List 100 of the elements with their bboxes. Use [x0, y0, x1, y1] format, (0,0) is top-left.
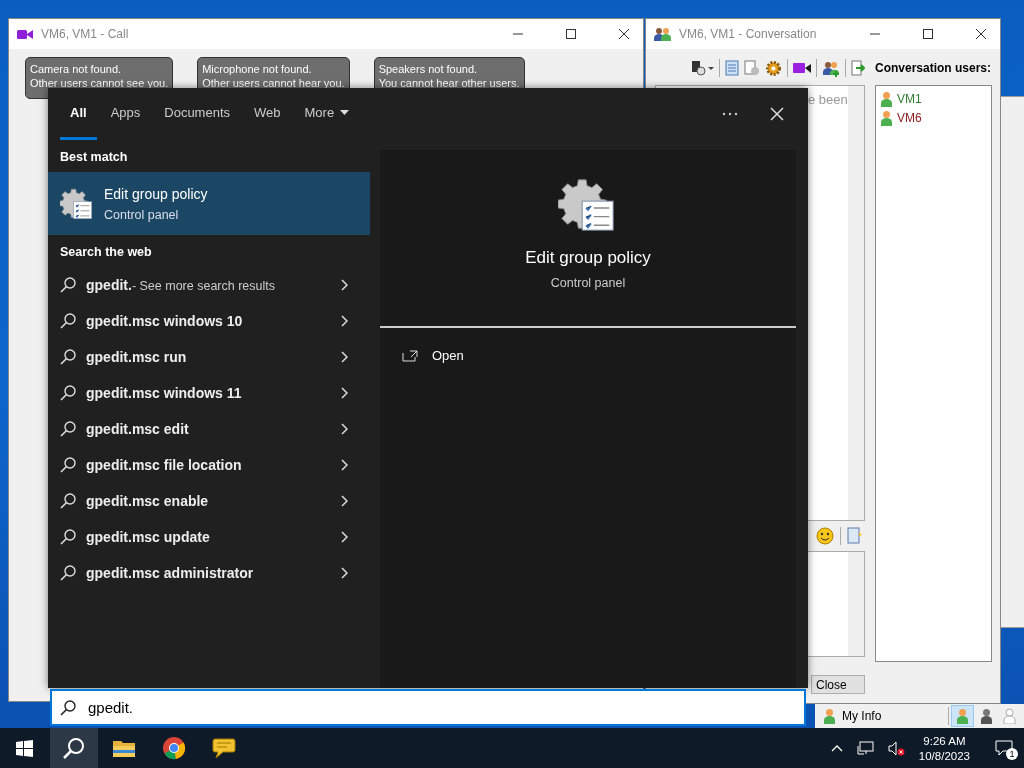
web-result-item[interactable]: gpedit.msc windows 10 [48, 303, 370, 339]
network-icon[interactable] [856, 740, 874, 756]
result-text: gpedit.msc file location [86, 457, 242, 473]
result-text: gpedit.msc windows 10 [86, 313, 243, 329]
clock-time[interactable]: 9:26 AM [923, 734, 966, 747]
result-text: gpedit.- See more search results [86, 277, 275, 293]
my-info-button[interactable]: My Info [819, 708, 882, 724]
add-user-icon[interactable] [822, 59, 840, 77]
tooltip-message: You cannot hear other users. [378, 77, 520, 89]
web-result-item[interactable]: gpedit.msc run [48, 339, 370, 375]
web-result-item[interactable]: gpedit.msc enable [48, 483, 370, 519]
result-title: Edit group policy [104, 185, 208, 202]
web-result-item[interactable]: gpedit.msc windows 11 [48, 375, 370, 411]
status-menu-icon[interactable] [692, 60, 714, 76]
filter-tab[interactable]: Apps [100, 88, 151, 140]
search-field[interactable]: gpedit. [50, 689, 806, 726]
search-icon [60, 421, 76, 437]
video-camera-icon [17, 28, 33, 40]
user-icon [823, 708, 836, 724]
search-icon [60, 565, 76, 581]
window-title: VM6, VM1 - Conversation [679, 27, 817, 41]
search-icon [60, 493, 76, 509]
tooltip-title: Speakers not found. [378, 63, 479, 75]
notifications-button[interactable]: 1 [984, 728, 1024, 768]
result-text: gpedit.msc windows 11 [86, 385, 242, 401]
filter-tab[interactable]: All [60, 88, 97, 140]
chevron-right-icon [341, 459, 348, 471]
search-icon [60, 457, 76, 473]
web-result-item[interactable]: gpedit.msc update [48, 519, 370, 555]
scrollbar[interactable] [848, 86, 864, 520]
browser-icon [162, 736, 186, 760]
search-icon [60, 313, 76, 329]
preview-title: Edit group policy [525, 248, 651, 268]
search-icon [60, 700, 76, 716]
chevron-right-icon [341, 531, 348, 543]
chevron-right-icon [341, 315, 348, 327]
user-name[interactable]: VM1 [897, 91, 922, 106]
close-icon[interactable] [976, 29, 986, 39]
volume-muted-icon[interactable] [887, 740, 905, 756]
result-text: gpedit.msc update [86, 529, 210, 545]
video-camera-icon[interactable] [793, 62, 811, 74]
filter-tab[interactable]: Documents [154, 88, 240, 140]
chevron-right-icon [341, 351, 348, 363]
section-heading: Search the web [59, 244, 153, 261]
tooltip-title: Camera not found. [30, 63, 123, 75]
message-icon [995, 740, 1013, 756]
gear-icon[interactable] [765, 59, 782, 77]
close-icon[interactable] [619, 29, 629, 39]
windows-logo-icon [15, 739, 33, 757]
tooltip-message: Other users cannot hear you. [202, 77, 345, 89]
chevron-right-icon [341, 387, 348, 399]
result-subtitle: Control panel [104, 207, 180, 222]
taskbar-button[interactable] [50, 728, 98, 768]
search-icon [63, 737, 85, 759]
scrollbar[interactable] [848, 552, 864, 656]
search-icon [60, 529, 76, 545]
search-icon [60, 349, 76, 365]
user-icon [956, 708, 969, 724]
maximize-icon[interactable] [923, 29, 933, 39]
search-icon [60, 385, 76, 401]
exit-icon[interactable] [851, 60, 865, 76]
filter-tab[interactable]: Web [244, 88, 291, 140]
filter-tab[interactable]: More [294, 88, 360, 140]
user-icon [880, 90, 893, 107]
tooltip-message: Other users cannot see you. [30, 77, 169, 89]
clock-date[interactable]: 10/8/2023 [918, 749, 970, 762]
folder-icon [112, 738, 136, 758]
result-text: gpedit.msc run [86, 349, 187, 365]
web-result-item[interactable]: gpedit.- See more search results [48, 267, 370, 303]
best-match-item[interactable]: Edit group policy Control panel [48, 172, 370, 235]
chevron-right-icon [341, 567, 348, 579]
web-result-item[interactable]: gpedit.msc file location [48, 447, 370, 483]
user-icon [880, 109, 893, 126]
web-result-item[interactable]: gpedit.msc administrator [48, 555, 370, 591]
web-result-item[interactable]: gpedit.msc edit [48, 411, 370, 447]
tooltip-title: Microphone not found. [202, 63, 313, 75]
users-heading: Conversation users: [875, 60, 992, 77]
result-text: gpedit.msc administrator [86, 565, 254, 581]
policy-gear-icon [60, 186, 94, 221]
user-icon [980, 708, 993, 724]
smiley-icon[interactable] [816, 527, 834, 545]
preview-subtitle: Control panel [550, 276, 626, 290]
user-icon [1003, 708, 1016, 724]
chevron-right-icon [341, 279, 348, 291]
user-name[interactable]: VM6 [897, 110, 922, 125]
speech-bubble-icon [212, 737, 236, 759]
chat-text: e been [808, 92, 848, 107]
chevron-right-icon [341, 495, 348, 507]
more-options-icon[interactable] [722, 112, 738, 116]
chevron-up-icon[interactable] [830, 744, 843, 752]
open-icon [402, 349, 418, 362]
section-heading: Best match [59, 149, 129, 166]
result-text: gpedit.msc enable [86, 493, 209, 509]
chevron-right-icon [341, 423, 348, 435]
close-button[interactable]: Close [811, 675, 865, 694]
users-icon [654, 27, 671, 41]
maximize-icon[interactable] [566, 29, 576, 39]
message-field[interactable] [807, 551, 865, 657]
open-action[interactable]: Open [380, 328, 796, 383]
search-icon [60, 277, 76, 293]
